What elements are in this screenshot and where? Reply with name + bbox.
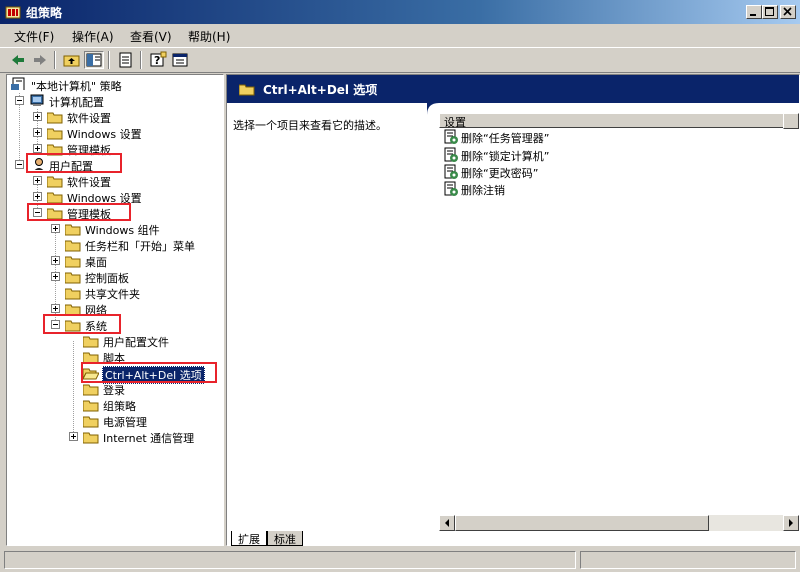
folder-icon	[47, 112, 63, 124]
highlight-box	[43, 314, 121, 334]
expand-toggle[interactable]	[51, 304, 60, 313]
toolbar: ?	[0, 47, 800, 73]
tab-standard[interactable]: 标准	[267, 531, 303, 546]
title-bar: 组策略	[0, 0, 800, 24]
svg-text:?: ?	[154, 54, 160, 67]
menu-bar: 文件(F) 操作(A) 查看(V) 帮助(H)	[0, 24, 800, 46]
expand-toggle[interactable]	[51, 256, 60, 265]
details-title: Ctrl+Alt+Del 选项	[263, 83, 378, 97]
export-list-icon[interactable]	[116, 51, 136, 69]
column-header-settings[interactable]: 设置	[439, 113, 795, 129]
folder-icon	[65, 272, 81, 284]
horizontal-scrollbar[interactable]	[439, 515, 799, 531]
highlight-box	[27, 203, 131, 221]
scroll-left-button[interactable]	[439, 515, 455, 531]
tree-pane[interactable]: "本地计算机" 策略 计算机配置 软件设置 Windows 设置 管理模板 用户…	[6, 74, 224, 546]
list-scroll-corner	[783, 113, 799, 129]
expand-toggle[interactable]	[33, 176, 42, 185]
status-panel-right	[580, 551, 796, 569]
scroll-right-button[interactable]	[783, 515, 799, 531]
menu-help[interactable]: 帮助(H)	[188, 28, 230, 45]
back-arrow-icon[interactable]	[8, 51, 28, 69]
minimize-button[interactable]	[746, 5, 762, 19]
menu-view[interactable]: 查看(V)	[130, 28, 172, 45]
folder-icon	[65, 288, 81, 300]
properties-icon[interactable]	[170, 51, 190, 69]
details-header: Ctrl+Alt+Del 选项	[227, 75, 799, 103]
collapse-toggle[interactable]	[15, 160, 24, 169]
tab-extended[interactable]: 扩展	[231, 531, 267, 546]
maximize-button[interactable]	[762, 5, 778, 19]
expand-toggle[interactable]	[33, 192, 42, 201]
folder-icon	[65, 256, 81, 268]
folder-icon	[65, 240, 81, 252]
expand-toggle[interactable]	[69, 432, 78, 441]
description-text: 选择一个项目来查看它的描述。	[233, 119, 387, 132]
help-icon[interactable]: ?	[148, 51, 168, 69]
status-bar	[0, 548, 800, 572]
folder-icon	[83, 336, 99, 348]
details-pane: Ctrl+Alt+Del 选项 选择一个项目来查看它的描述。 设置 删除“任务管…	[226, 74, 800, 546]
folder-icon	[83, 416, 99, 428]
open-folder-icon	[239, 84, 255, 96]
policy-setting-icon	[444, 164, 458, 179]
folder-icon	[83, 432, 99, 444]
close-button[interactable]	[780, 5, 796, 19]
policy-setting-icon	[444, 181, 458, 196]
policy-setting-icon	[444, 129, 458, 144]
expand-toggle[interactable]	[51, 272, 60, 281]
folder-icon	[83, 384, 99, 396]
up-folder-icon[interactable]	[62, 51, 82, 69]
menu-file[interactable]: 文件(F)	[14, 28, 54, 45]
scroll-thumb[interactable]	[455, 515, 709, 531]
computer-icon	[30, 94, 44, 106]
expand-toggle[interactable]	[33, 112, 42, 121]
folder-icon	[65, 224, 81, 236]
folder-icon	[47, 128, 63, 140]
policy-doc-icon	[11, 77, 25, 90]
highlight-box	[81, 362, 217, 383]
expand-toggle[interactable]	[33, 128, 42, 137]
expand-toggle[interactable]	[51, 224, 60, 233]
collapse-toggle[interactable]	[15, 96, 24, 105]
policy-setting-icon	[444, 147, 458, 162]
status-panel-main	[4, 551, 576, 569]
view-tabs: 扩展 标准	[227, 531, 799, 547]
forward-arrow-icon[interactable]	[30, 51, 50, 69]
folder-icon	[83, 400, 99, 412]
expand-toggle[interactable]	[33, 144, 42, 153]
folder-icon	[47, 176, 63, 188]
highlight-box	[26, 153, 122, 173]
window-title: 组策略	[26, 6, 63, 20]
menu-action[interactable]: 操作(A)	[72, 28, 114, 45]
group-policy-icon	[5, 6, 21, 19]
show-hide-tree-icon[interactable]	[84, 51, 104, 69]
